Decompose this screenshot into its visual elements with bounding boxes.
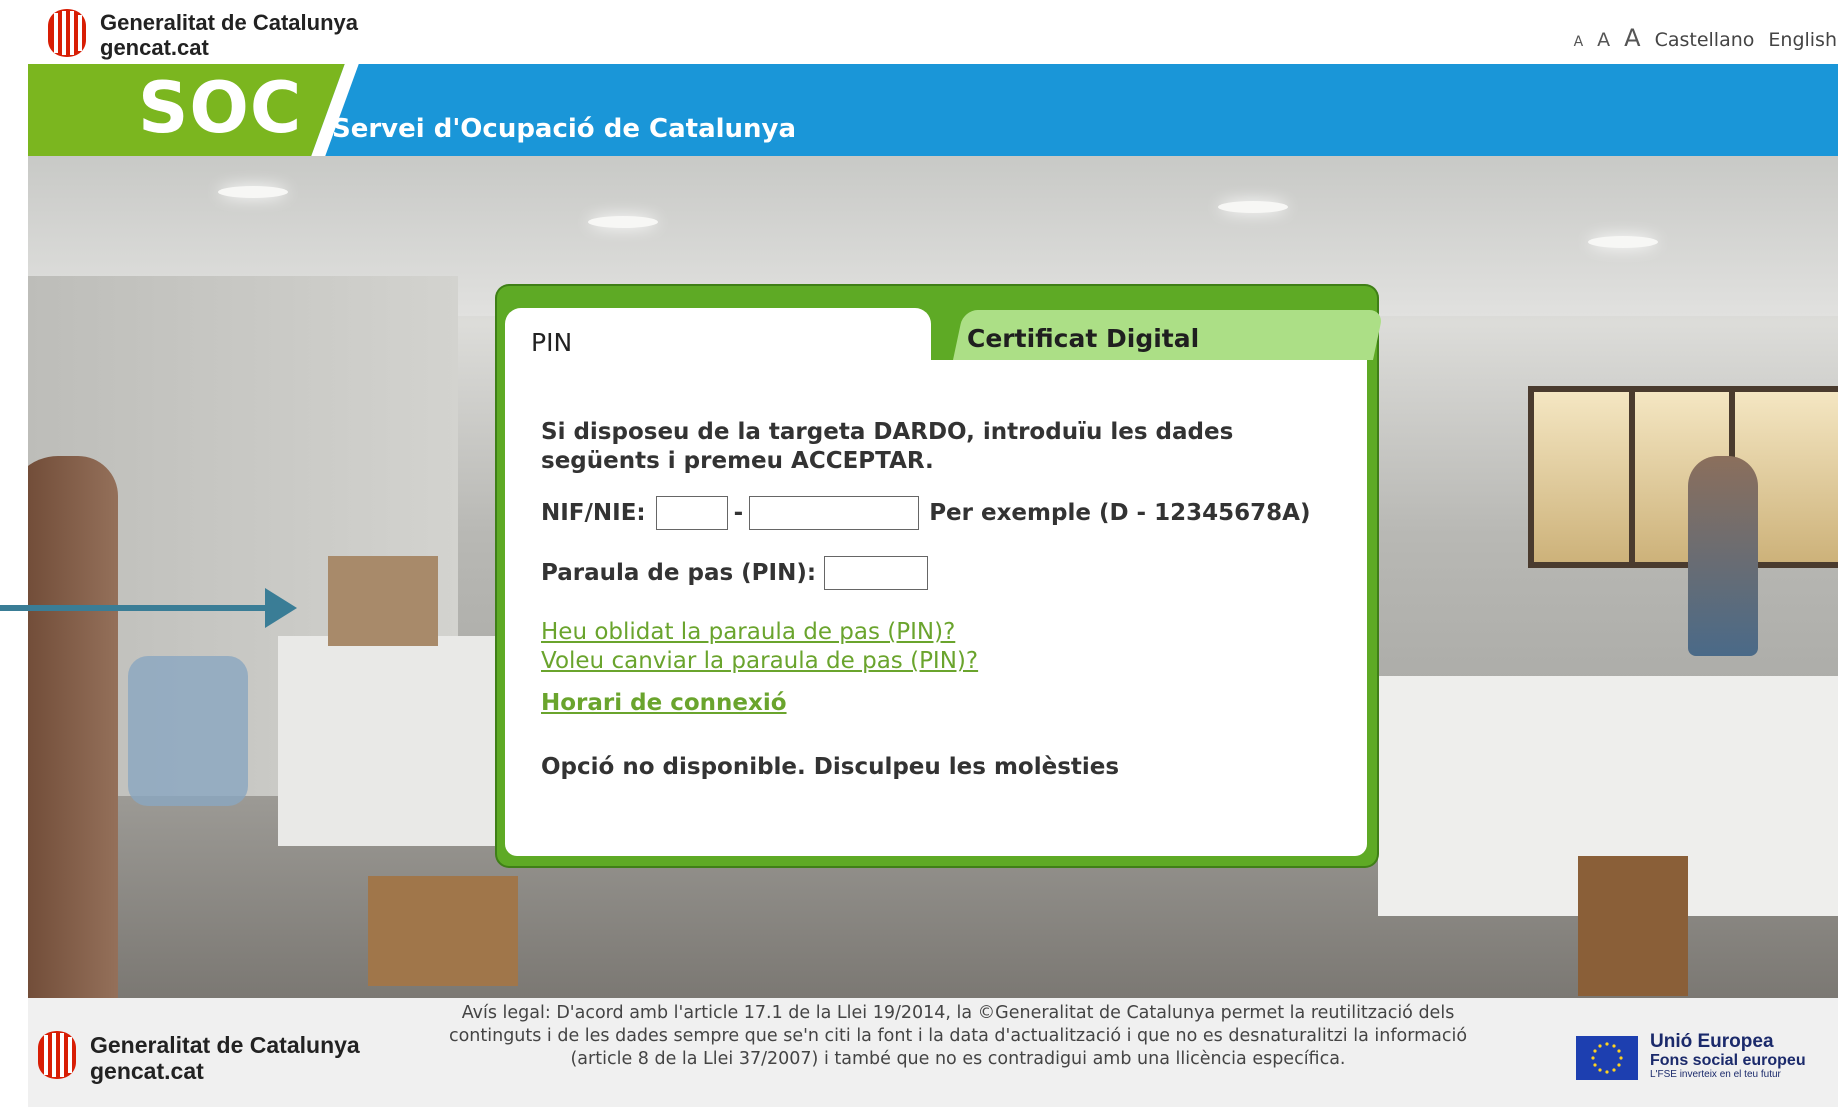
- generalitat-name[interactable]: Generalitat de Catalunya gencat.cat: [100, 10, 358, 60]
- connection-schedule-link[interactable]: Horari de connexió: [541, 690, 787, 716]
- footer-org-name: Generalitat de Catalunya: [90, 1032, 360, 1058]
- header-tools: A A A Castellano English: [1574, 24, 1837, 52]
- ceiling-light: [218, 186, 288, 198]
- eu-flag-icon: [1576, 1036, 1638, 1080]
- office-window: [1528, 386, 1838, 568]
- footer-generalitat-name[interactable]: Generalitat de Catalunya gencat.cat: [90, 1032, 360, 1084]
- unavailable-notice: Opció no disponible. Disculpeu les molès…: [541, 754, 1120, 780]
- pin-links: Heu oblidat la paraula de pas (PIN)? Vol…: [541, 618, 978, 676]
- footer: Generalitat de Catalunya gencat.cat Avís…: [28, 998, 1838, 1107]
- pointer-arrow-line: [0, 605, 270, 611]
- ceiling-light: [1588, 236, 1658, 248]
- font-size-large[interactable]: A: [1624, 24, 1640, 52]
- footer-org-domain: gencat.cat: [90, 1058, 204, 1084]
- eu-line2: Fons social europeu: [1650, 1052, 1806, 1069]
- box: [1578, 856, 1688, 996]
- legal-notice: Avís legal: D'acord amb l'article 17.1 d…: [448, 1003, 1468, 1069]
- eu-line1: Unió Europea: [1650, 1031, 1774, 1052]
- generalitat-logo[interactable]: [46, 8, 88, 58]
- top-bar: Generalitat de Catalunya gencat.cat A A …: [0, 0, 1840, 64]
- font-size-small[interactable]: A: [1574, 34, 1584, 50]
- lang-castellano[interactable]: Castellano: [1655, 29, 1755, 51]
- person-right: [1688, 456, 1758, 656]
- soc-logo[interactable]: SOC: [138, 68, 302, 148]
- pin-input[interactable]: [824, 556, 929, 590]
- person-left: [28, 456, 118, 998]
- login-intro: Si disposeu de la targeta DARDO, introdu…: [541, 419, 1234, 474]
- lang-english[interactable]: English: [1768, 29, 1837, 51]
- eu-line3: L'FSE inverteix en el teu futur: [1650, 1069, 1781, 1080]
- nif-example: Per exemple (D - 12345678A): [929, 500, 1311, 526]
- pointer-arrow-head: [265, 588, 297, 628]
- login-panel: Certificat Digital PIN Si disposeu de la…: [497, 286, 1384, 866]
- ceiling-light: [588, 216, 658, 228]
- box: [368, 876, 518, 986]
- ceiling-light: [1218, 201, 1288, 213]
- nif-row: NIF/NIE: - Per exemple (D - 12345678A): [541, 496, 1310, 530]
- tab-certificat-digital[interactable]: Certificat Digital: [967, 324, 1199, 353]
- org-name: Generalitat de Catalunya: [100, 10, 358, 35]
- login-form: Si disposeu de la targeta DARDO, introdu…: [505, 360, 1367, 856]
- nif-label: NIF/NIE:: [541, 500, 646, 526]
- pin-label: Paraula de pas (PIN):: [541, 560, 817, 586]
- chair: [128, 656, 248, 806]
- nif-number-input[interactable]: [749, 496, 920, 530]
- soc-banner: SOC Servei d'Ocupació de Catalunya: [28, 64, 1838, 156]
- font-size-medium[interactable]: A: [1597, 29, 1610, 51]
- nif-separator: -: [733, 500, 744, 526]
- generalitat-logo[interactable]: [36, 1030, 78, 1080]
- soc-subtitle: Servei d'Ocupació de Catalunya: [332, 114, 797, 144]
- nif-letter-input[interactable]: [655, 496, 728, 530]
- org-domain: gencat.cat: [100, 35, 209, 60]
- forgot-pin-link[interactable]: Heu oblidat la paraula de pas (PIN)?: [541, 618, 978, 647]
- change-pin-link[interactable]: Voleu canviar la paraula de pas (PIN)?: [541, 647, 978, 676]
- eu-label: Unió Europea Fons social europeu L'FSE i…: [1650, 1032, 1806, 1081]
- box: [328, 556, 438, 646]
- tab-pin-label: PIN: [531, 328, 573, 357]
- pin-row: Paraula de pas (PIN):: [541, 556, 929, 590]
